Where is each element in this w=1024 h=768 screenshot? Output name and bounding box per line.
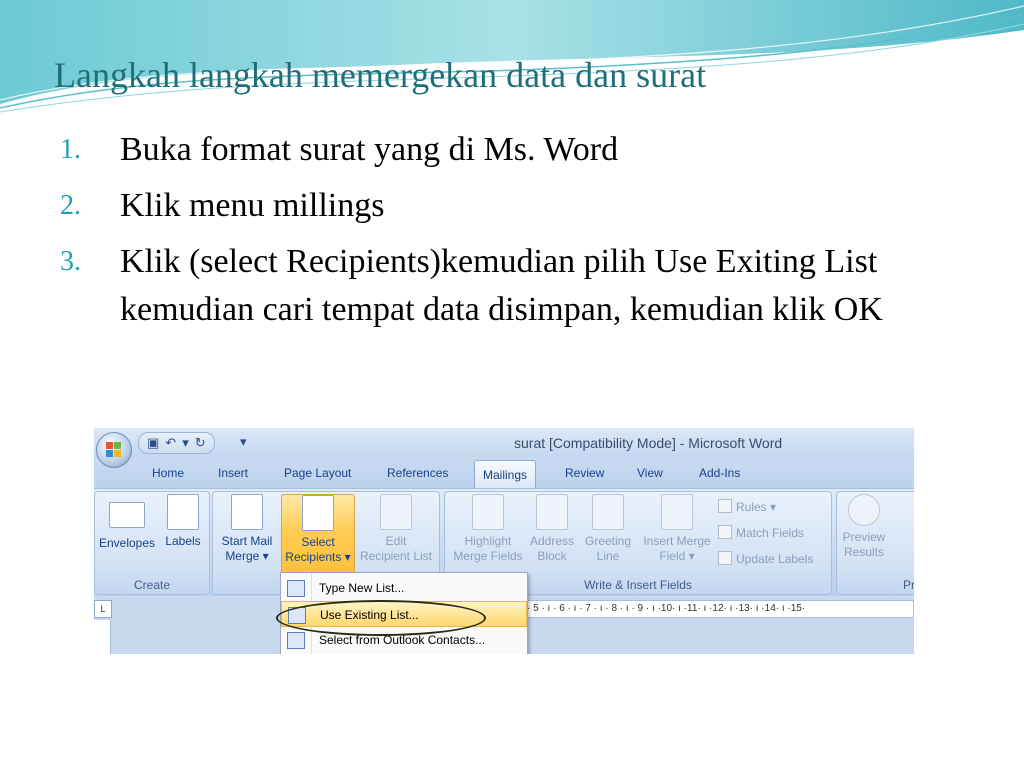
tab-add-ins[interactable]: Add-Ins (699, 466, 740, 480)
menu-item-type-new-list[interactable]: Type New List... (281, 575, 527, 601)
tab-page-layout[interactable]: Page Layout (284, 466, 351, 480)
word-screenshot: ▣ ↶ ▾ ↻ ▾ surat [Compatibility Mode] - M… (94, 428, 914, 654)
select-recipients-label: Select (301, 535, 335, 549)
address-block-icon (536, 494, 568, 530)
vertical-ruler (94, 620, 111, 654)
list-text: Klik menu millings (120, 187, 385, 224)
group-label-preview: Pr (903, 578, 914, 592)
quick-access-toolbar: ▣ ↶ ▾ ↻ (138, 432, 215, 454)
group-label-create: Create (133, 578, 171, 592)
tab-selector[interactable]: L (94, 600, 112, 618)
preview-label-2: Results (843, 545, 884, 559)
select-recipients-button[interactable]: Select Recipients ▾ (281, 494, 355, 574)
greeting-icon (592, 494, 624, 530)
chevron-down-icon[interactable]: ▾ (182, 435, 189, 451)
list-number: 3. (60, 246, 81, 277)
insert-merge-label-2: Field ▾ (659, 549, 695, 563)
preview-label: Preview (842, 530, 886, 544)
edit-recipient-label: Edit (385, 534, 407, 548)
preview-results-button[interactable]: Preview Results (839, 494, 889, 560)
list-item: 1. Buka format surat yang di Ms. Word (60, 126, 990, 174)
list-number: 2. (60, 190, 81, 221)
start-mail-merge-label-2: Merge ▾ (225, 549, 269, 563)
edit-recipient-list-button[interactable]: Edit Recipient List (355, 494, 437, 564)
tab-mailings[interactable]: Mailings (474, 460, 537, 489)
redo-icon[interactable]: ↻ (195, 435, 206, 451)
labels-button[interactable]: Labels (161, 494, 205, 549)
match-fields-button[interactable]: Match Fields (718, 525, 804, 540)
office-button-icon[interactable] (96, 432, 132, 468)
match-fields-label: Match Fields (736, 526, 805, 540)
rules-icon (718, 499, 732, 513)
insert-merge-label: Insert Merge (643, 534, 711, 548)
tab-review[interactable]: Review (565, 466, 604, 480)
highlight-oval (276, 600, 486, 636)
list-item: 3. Klik (select Recipients)kemudian pili… (60, 238, 990, 334)
recipients-icon (302, 495, 334, 531)
document-icon (231, 494, 263, 530)
rules-label: Rules ▾ (736, 500, 777, 514)
undo-icon[interactable]: ↶ (165, 435, 176, 451)
rules-button[interactable]: Rules ▾ (718, 499, 776, 514)
new-list-icon (287, 580, 305, 597)
update-labels-button[interactable]: Update Labels (718, 551, 813, 566)
greeting-label: Greeting (584, 534, 632, 548)
window-title: surat [Compatibility Mode] - Microsoft W… (514, 435, 783, 451)
highlight-icon (472, 494, 504, 530)
list-text: Klik (select Recipients)kemudian pilih U… (120, 243, 883, 328)
menu-item-label: Type New List... (319, 581, 405, 595)
list-text: Buka format surat yang di Ms. Word (120, 131, 619, 168)
group-preview-results: Preview Results Pr (836, 491, 914, 595)
address-block-button[interactable]: Address Block (527, 494, 577, 564)
highlight-label: Highlight (464, 534, 512, 548)
slide-title: Langkah langkah memergekan data dan sura… (54, 55, 707, 95)
contacts-icon (287, 632, 305, 649)
start-mail-merge-label: Start Mail (221, 534, 273, 548)
ribbon-tabs: Home Insert Page Layout References Maili… (94, 458, 914, 489)
match-fields-icon (718, 525, 732, 539)
select-recipients-label-2: Recipients ▾ (285, 550, 351, 564)
highlight-label-2: Merge Fields (453, 549, 523, 563)
insert-merge-field-button[interactable]: Insert Merge Field ▾ (637, 494, 717, 564)
steps-list: 1. Buka format surat yang di Ms. Word 2.… (60, 126, 990, 342)
group-create: Envelopes Labels Create (94, 491, 210, 595)
horizontal-ruler[interactable]: · 5 · ı · 6 · ı · 7 · ı · 8 · ı · 9 · ı … (526, 600, 914, 618)
envelopes-label: Envelopes (98, 536, 156, 550)
highlight-merge-fields-button[interactable]: Highlight Merge Fields (449, 494, 527, 564)
envelopes-button[interactable]: Envelopes (97, 494, 157, 551)
magnifier-icon (848, 494, 880, 526)
address-label: Address (529, 534, 575, 548)
tab-view[interactable]: View (637, 466, 663, 480)
envelope-icon (109, 502, 145, 528)
list-number: 1. (60, 134, 81, 165)
list-item: 2. Klik menu millings (60, 182, 990, 230)
tab-insert[interactable]: Insert (218, 466, 248, 480)
edit-recipient-label-2: Recipient List (359, 549, 433, 563)
title-bar: ▣ ↶ ▾ ↻ ▾ surat [Compatibility Mode] - M… (94, 428, 914, 458)
start-mail-merge-button[interactable]: Start Mail Merge ▾ (215, 494, 279, 564)
update-labels-icon (718, 551, 732, 565)
greeting-line-button[interactable]: Greeting Line (579, 494, 637, 564)
update-labels-label: Update Labels (736, 552, 814, 566)
labels-icon (167, 494, 199, 530)
labels-label: Labels (165, 534, 201, 548)
greeting-label-2: Line (596, 549, 620, 563)
merge-field-icon (661, 494, 693, 530)
edit-list-icon (380, 494, 412, 530)
save-icon[interactable]: ▣ (147, 435, 159, 451)
customize-qat-dropdown[interactable]: ▾ (240, 434, 247, 450)
tab-home[interactable]: Home (152, 466, 184, 480)
address-label-2: Block (537, 549, 567, 563)
tab-references[interactable]: References (387, 466, 448, 480)
